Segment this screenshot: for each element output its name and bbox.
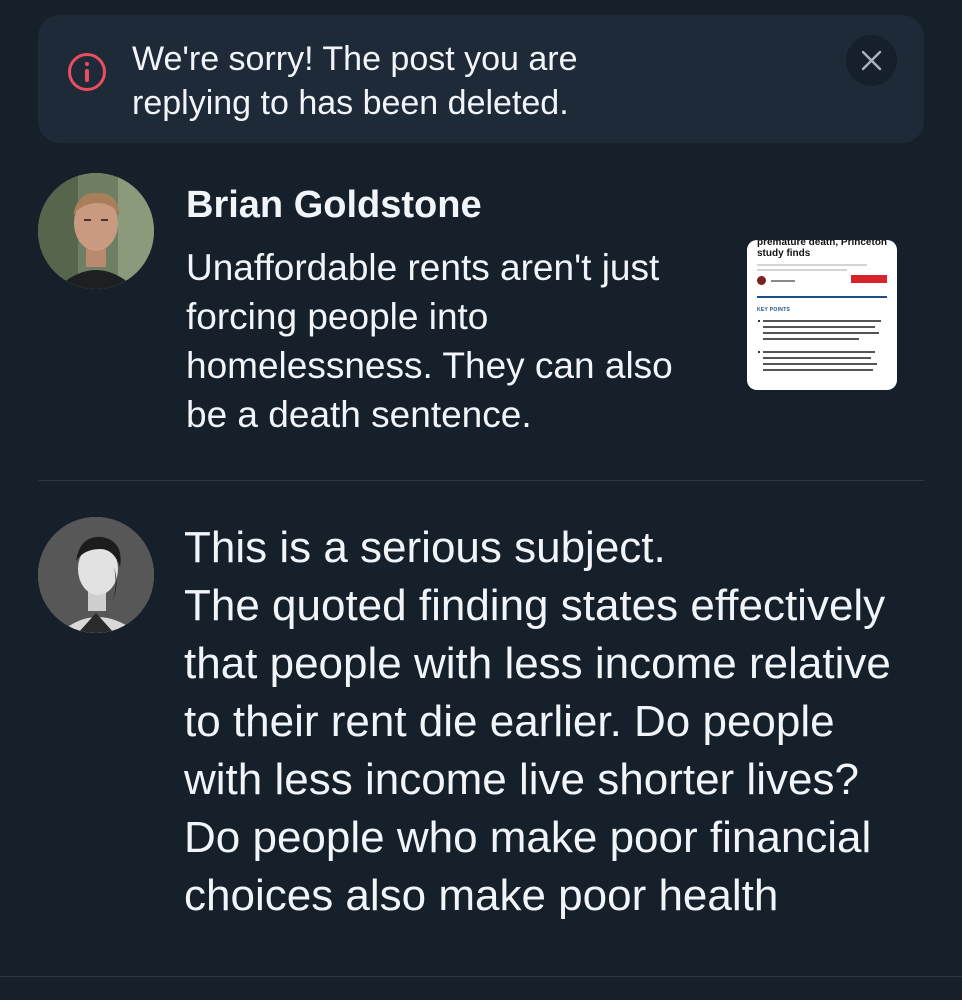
close-banner-button[interactable]: [846, 35, 897, 86]
thumbnail-text-line: [763, 338, 859, 340]
thumbnail-text-line: [763, 326, 875, 328]
info-circle-icon: [68, 53, 106, 91]
user-avatar[interactable]: [38, 517, 154, 633]
thumbnail-author-name: [771, 280, 795, 282]
thumbnail-meta-line: [757, 269, 847, 271]
thumbnail-watch-badge: [851, 275, 887, 283]
thumbnail-bullet: [758, 320, 760, 322]
author-avatar[interactable]: [38, 173, 154, 289]
thumbnail-text-line: [763, 363, 877, 365]
post-divider: [38, 480, 924, 481]
quoted-post-text: Unaffordable rents aren't just forcing p…: [186, 247, 673, 435]
thumbnail-bullet: [758, 351, 760, 353]
thumbnail-section-label: KEY POINTS: [757, 307, 791, 313]
author-name[interactable]: Brian Goldstone: [186, 182, 482, 228]
thumbnail-divider: [757, 296, 887, 298]
thumbnail-headline: premature death, Princeton study finds: [757, 240, 888, 259]
reply-screen: We're sorry! The post you are replying t…: [0, 0, 962, 1000]
thumbnail-text-line: [763, 351, 875, 353]
deleted-post-message: We're sorry! The post you are replying t…: [132, 40, 578, 122]
bottom-divider: [0, 976, 962, 977]
deleted-post-banner: We're sorry! The post you are replying t…: [38, 15, 924, 143]
thumbnail-text-line: [763, 357, 871, 359]
thumbnail-author-avatar: [757, 276, 766, 285]
link-preview-thumbnail[interactable]: premature death, Princeton study finds K…: [747, 240, 897, 390]
reply-text[interactable]: This is a serious subject. The quoted fi…: [184, 519, 924, 979]
thumbnail-text-line: [763, 332, 879, 334]
thumbnail-meta-line: [757, 264, 867, 266]
thumbnail-text-line: [763, 369, 873, 371]
close-icon: [861, 50, 882, 71]
thumbnail-text-line: [763, 320, 881, 322]
